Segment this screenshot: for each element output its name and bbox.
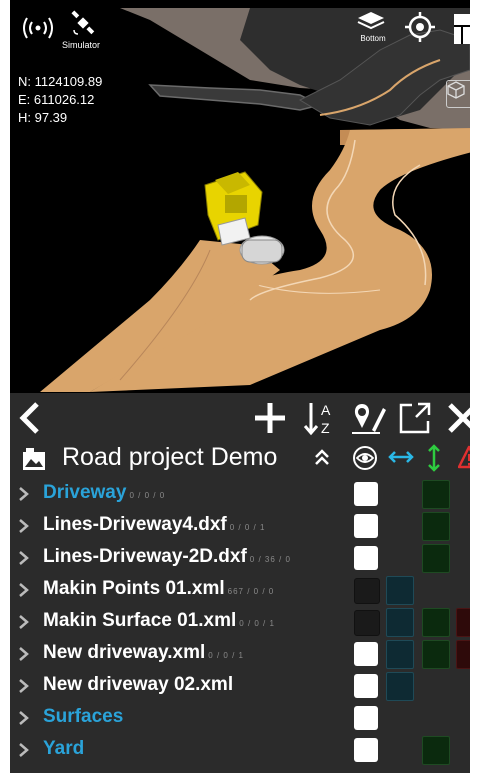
item-counts: 0 / 0 / 1 — [208, 651, 244, 660]
visibility-checkbox[interactable] — [354, 738, 378, 762]
horizontal-status-cell — [386, 608, 414, 637]
left-frame — [0, 0, 10, 773]
svg-text:A: A — [321, 402, 331, 418]
visibility-checkbox[interactable] — [354, 578, 380, 604]
horizontal-status-cell — [386, 576, 414, 605]
item-counts: 0 / 0 / 1 — [239, 619, 275, 628]
easting: E: 611026.12 — [18, 92, 95, 107]
vertical-status-cell — [422, 736, 450, 765]
list-item[interactable]: New driveway 02.xml — [0, 670, 480, 702]
coordinates-readout: N: 1124109.89 E: 611026.12 H: 97.39 — [18, 73, 102, 127]
vertical-status-cell — [422, 640, 450, 669]
item-name: Lines-Driveway4.dxf 0 / 0 / 1 — [43, 514, 265, 536]
sort-az-icon: A Z — [303, 402, 331, 436]
vertical-status-cell — [422, 480, 450, 509]
chevron-right-icon[interactable] — [18, 582, 30, 598]
chevron-left-icon — [19, 402, 39, 434]
horizontal-status-cell — [386, 640, 414, 669]
satellite-icon[interactable] — [70, 10, 96, 36]
visibility-eye-icon[interactable] — [352, 445, 378, 471]
project-title: Road project Demo — [62, 443, 278, 471]
chevron-right-icon[interactable] — [18, 614, 30, 630]
scene-graphics — [40, 8, 480, 392]
visibility-checkbox[interactable] — [354, 674, 378, 698]
open-external-icon — [399, 402, 431, 434]
map-3d-view[interactable]: Simulator N: 1124109.89 E: 611026.12 H: … — [0, 0, 480, 393]
northing: N: 1124109.89 — [18, 74, 103, 89]
list-item[interactable]: Makin Surface 01.xml 0 / 0 / 1 — [0, 606, 480, 638]
chevron-right-icon[interactable] — [18, 710, 30, 726]
item-label: Makin Points 01.xml — [43, 578, 225, 599]
chevron-right-icon[interactable] — [18, 678, 30, 694]
item-label: Makin Surface 01.xml — [43, 610, 237, 631]
chevron-right-icon[interactable] — [18, 486, 30, 502]
item-counts: 667 / 0 / 0 — [227, 587, 275, 596]
item-label: New driveway 02.xml — [43, 674, 234, 695]
list-item[interactable]: Yard — [0, 734, 480, 766]
horizontal-status-cell — [386, 672, 414, 701]
project-header: Road project Demo — [0, 441, 480, 475]
item-label: New driveway.xml — [43, 642, 206, 663]
chevron-right-icon[interactable] — [18, 550, 30, 566]
item-name: Lines-Driveway-2D.dxf 0 / 36 / 0 — [43, 546, 291, 568]
edit-points-button[interactable] — [348, 398, 388, 438]
list-item[interactable]: Makin Points 01.xml 667 / 0 / 0 — [0, 574, 480, 606]
vertical-status-cell — [422, 544, 450, 573]
visibility-checkbox[interactable] — [354, 482, 378, 506]
height: H: 97.39 — [18, 110, 68, 125]
collapse-all-icon[interactable] — [314, 449, 330, 467]
item-label: Surfaces — [43, 706, 124, 727]
pin-edit-icon — [352, 404, 386, 434]
item-counts: 0 / 0 / 1 — [229, 523, 266, 532]
visibility-checkbox[interactable] — [354, 610, 380, 636]
sort-button[interactable]: A Z — [300, 398, 340, 438]
item-name: Surfaces — [43, 706, 126, 728]
chevron-right-icon[interactable] — [18, 742, 30, 758]
item-label: Lines-Driveway4.dxf — [43, 514, 227, 535]
vertical-status-cell — [422, 608, 450, 637]
visibility-checkbox[interactable] — [354, 546, 378, 570]
add-button[interactable] — [250, 398, 290, 438]
item-label: Driveway — [43, 482, 127, 503]
list-item[interactable]: Surfaces — [0, 702, 480, 734]
project-panel: A Z Road project Demo Driveway 0 / 0 / 0… — [0, 393, 480, 773]
svg-text:Z: Z — [321, 420, 330, 436]
vertical-arrows-icon[interactable] — [426, 444, 442, 472]
item-name: Makin Surface 01.xml 0 / 0 / 1 — [43, 610, 275, 632]
signal-broadcast-icon[interactable] — [20, 16, 56, 42]
item-name: New driveway.xml 0 / 0 / 1 — [43, 642, 244, 664]
item-label: Lines-Driveway-2D.dxf — [43, 546, 247, 567]
layers-icon[interactable] — [356, 10, 390, 36]
plus-icon — [255, 403, 285, 433]
vertical-status-cell — [422, 512, 450, 541]
item-name: Makin Points 01.xml 667 / 0 / 0 — [43, 578, 274, 600]
chevron-right-icon[interactable] — [18, 518, 30, 534]
list-item[interactable]: Driveway 0 / 0 / 0 — [0, 478, 480, 510]
gps-locate-icon[interactable] — [405, 12, 437, 44]
item-label: Yard — [43, 738, 85, 759]
list-item[interactable]: New driveway.xml 0 / 0 / 1 — [0, 638, 480, 670]
simulator-label: Simulator — [62, 40, 101, 50]
project-image-icon — [23, 448, 45, 470]
list-item[interactable]: Lines-Driveway4.dxf 0 / 0 / 1 — [0, 510, 480, 542]
item-counts: 0 / 0 / 0 — [129, 491, 166, 500]
export-button[interactable] — [395, 398, 435, 438]
list-item[interactable]: Lines-Driveway-2D.dxf 0 / 36 / 0 — [0, 542, 480, 574]
item-name: Yard — [43, 738, 87, 760]
chevron-right-icon[interactable] — [18, 646, 30, 662]
right-frame — [470, 0, 480, 773]
item-counts: 0 / 36 / 0 — [249, 555, 291, 564]
panel-toolbar: A Z — [0, 393, 480, 443]
horizontal-arrows-icon[interactable] — [388, 449, 414, 465]
item-name: Driveway 0 / 0 / 0 — [43, 482, 165, 504]
back-button[interactable] — [10, 398, 50, 438]
visibility-checkbox[interactable] — [354, 642, 378, 666]
visibility-checkbox[interactable] — [354, 514, 378, 538]
item-name: New driveway 02.xml — [43, 674, 236, 696]
visibility-checkbox[interactable] — [354, 706, 378, 730]
layers-label: Bottom — [360, 34, 386, 43]
